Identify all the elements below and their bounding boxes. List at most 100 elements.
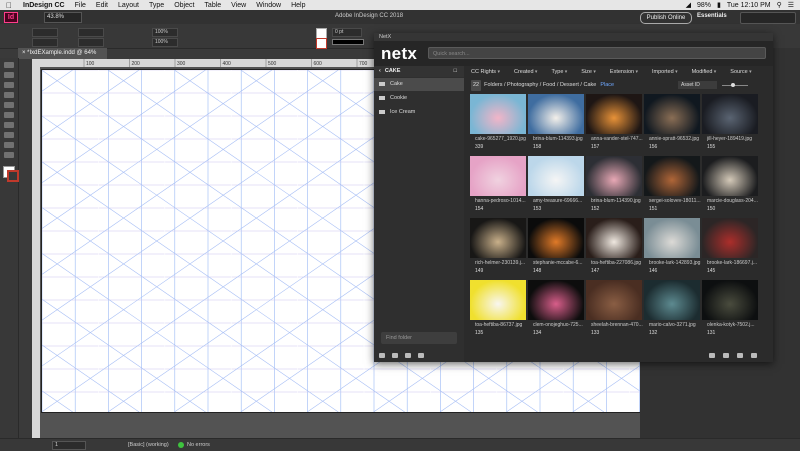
asset-thumbnail[interactable]: [702, 218, 758, 258]
menu-object[interactable]: Object: [169, 2, 199, 9]
asset-card[interactable]: clem-onojeghuo-725... 134: [528, 280, 584, 339]
settings-icon[interactable]: [737, 352, 743, 358]
asset-card[interactable]: sheelah-brennan-470... 133: [586, 280, 643, 339]
menu-help[interactable]: Help: [286, 2, 310, 9]
asset-card[interactable]: jill-heyer-189419.jpg 155: [702, 94, 758, 153]
asset-card[interactable]: stephanie-mccabe-6... 148: [528, 218, 584, 277]
type-tool-icon[interactable]: [4, 92, 14, 98]
power-icon[interactable]: [751, 352, 757, 358]
notification-icon[interactable]: ☰: [788, 1, 794, 9]
asset-card[interactable]: annie-spratt-96532.jpg 156: [644, 94, 700, 153]
selection-tool-icon[interactable]: [4, 62, 14, 68]
clock[interactable]: Tue 12:10 PM: [727, 2, 771, 9]
thumbnail-size-slider[interactable]: [722, 83, 748, 87]
fill-stroke-swatches[interactable]: [3, 166, 19, 182]
publish-online-button[interactable]: Publish Online: [640, 12, 692, 24]
menu-view[interactable]: View: [226, 2, 251, 9]
page-number-field[interactable]: 1: [52, 441, 86, 450]
pen-tool-icon[interactable]: [4, 112, 14, 118]
asset-thumbnail[interactable]: [528, 218, 584, 258]
scissors-tool-icon[interactable]: [4, 142, 14, 148]
asset-card[interactable]: hanna-pedroso-1014... 154: [470, 156, 526, 215]
scale-y-field[interactable]: 100%: [152, 38, 178, 47]
asset-thumbnail[interactable]: [644, 218, 700, 258]
add-folder-icon[interactable]: □: [454, 66, 457, 77]
apple-icon[interactable]: : [0, 1, 18, 10]
asset-card[interactable]: amy-treasure-69666... 153: [528, 156, 584, 215]
asset-card[interactable]: olenka-kotyk-7502.j... 131: [702, 280, 758, 339]
wifi-icon[interactable]: ◢: [686, 1, 691, 9]
asset-thumbnail[interactable]: [528, 156, 584, 196]
sort-select[interactable]: Asset ID: [678, 81, 717, 89]
folder-icon[interactable]: [379, 352, 385, 358]
cart-icon[interactable]: [709, 352, 715, 358]
h-field[interactable]: [78, 38, 104, 47]
pencil-tool-icon[interactable]: [4, 122, 14, 128]
filter-created[interactable]: Created: [507, 69, 544, 75]
spotlight-icon[interactable]: ⚲: [777, 1, 782, 9]
upload-icon[interactable]: [723, 352, 729, 358]
w-field[interactable]: [78, 28, 104, 37]
y-field[interactable]: [32, 38, 58, 47]
asset-thumbnail[interactable]: [470, 94, 526, 134]
asset-thumbnail[interactable]: [586, 280, 642, 320]
asset-card[interactable]: sergei-solovev-18011... 151: [644, 156, 701, 215]
asset-thumbnail[interactable]: [702, 156, 758, 196]
menu-table[interactable]: Table: [199, 2, 226, 9]
asset-thumbnail[interactable]: [644, 94, 700, 134]
asset-thumbnail[interactable]: [470, 156, 526, 196]
menu-window[interactable]: Window: [251, 2, 286, 9]
menu-file[interactable]: File: [70, 2, 91, 9]
asset-card[interactable]: brina-blum-114393.jpg 158: [528, 94, 584, 153]
netx-panel-header[interactable]: NetX: [374, 33, 773, 41]
folder-item-ice-cream[interactable]: Ice Cream: [374, 106, 464, 119]
stroke-swatch[interactable]: [316, 38, 327, 49]
line-tool-icon[interactable]: [4, 102, 14, 108]
asset-thumbnail[interactable]: [644, 156, 700, 196]
scale-x-field[interactable]: 100%: [152, 28, 178, 37]
filter-extension[interactable]: Extension: [603, 69, 645, 75]
asset-thumbnail[interactable]: [586, 156, 642, 196]
folder-item-cake[interactable]: Cake: [374, 78, 464, 91]
search-icon[interactable]: [392, 352, 398, 358]
place-link[interactable]: Place: [600, 82, 614, 88]
asset-thumbnail[interactable]: [470, 280, 526, 320]
asset-card[interactable]: anna-vander-stel-747... 157: [586, 94, 643, 153]
asset-card[interactable]: brooke-lark-186697.j... 145: [702, 218, 758, 277]
asset-thumbnail[interactable]: [702, 280, 758, 320]
find-folder-input[interactable]: Find folder: [381, 332, 457, 344]
breadcrumb[interactable]: Folders / Photography / Food / Dessert /…: [484, 82, 596, 88]
folder-header[interactable]: ‹ CAKE □: [374, 66, 464, 77]
back-icon[interactable]: ‹: [379, 68, 381, 74]
rectangle-frame-tool-icon[interactable]: [4, 132, 14, 138]
asset-thumbnail[interactable]: [528, 94, 584, 134]
asset-card[interactable]: toa-heftiba-227086.jpg 147: [586, 218, 642, 277]
menu-edit[interactable]: Edit: [91, 2, 113, 9]
menu-type[interactable]: Type: [144, 2, 169, 9]
asset-card[interactable]: marcie-douglass-204... 150: [702, 156, 758, 215]
stroke-weight-field[interactable]: 0 pt: [332, 28, 362, 37]
filter-source[interactable]: Source: [723, 69, 758, 75]
page-tool-icon[interactable]: [4, 82, 14, 88]
stroke-type-select[interactable]: [332, 39, 364, 45]
zoom-select[interactable]: 43.8%: [44, 11, 82, 23]
x-field[interactable]: [32, 28, 58, 37]
menu-layout[interactable]: Layout: [113, 2, 144, 9]
asset-card[interactable]: brina-blum-114390.jpg 152: [586, 156, 642, 215]
filter-imported[interactable]: Imported: [645, 69, 685, 75]
filter-cc-rights[interactable]: CC Rights: [464, 69, 507, 75]
export-icon[interactable]: [418, 352, 424, 358]
asset-card[interactable]: rich-helmer-230139.j... 149: [470, 218, 526, 277]
menu-app[interactable]: InDesign CC: [18, 2, 70, 9]
page-style-label[interactable]: [Basic] (working): [128, 442, 169, 448]
workspace-switcher[interactable]: Essentials: [697, 13, 727, 19]
inbox-icon[interactable]: [405, 352, 411, 358]
preflight-errors[interactable]: No errors: [187, 442, 210, 448]
direct-selection-tool-icon[interactable]: [4, 72, 14, 78]
folder-item-cookie[interactable]: Cookie: [374, 92, 464, 105]
filter-type[interactable]: Type: [544, 69, 574, 75]
asset-card[interactable]: mario-calvo-3271.jpg 132: [644, 280, 700, 339]
document-tab[interactable]: × *IxdEXample.indd @ 64%: [18, 48, 107, 59]
battery-icon[interactable]: ▮: [717, 1, 721, 9]
asset-thumbnail[interactable]: [528, 280, 584, 320]
